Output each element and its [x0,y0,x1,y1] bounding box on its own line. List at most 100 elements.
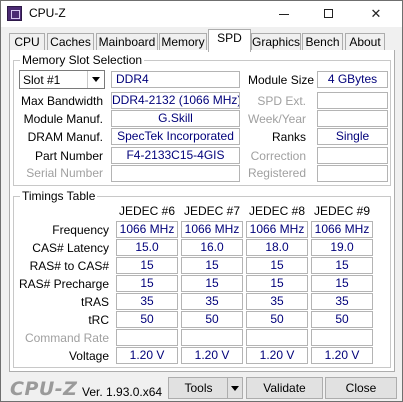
cpuz-window: CPU-Z ✕ CPU Caches Mainboard Memory SPD … [0,0,403,402]
timings-row-label: RAS# to CAS# [29,259,109,273]
serial-number-label: Serial Number [26,166,103,180]
timings-cell: 35 [311,293,373,310]
correction-field [317,147,388,164]
module-size-label: Module Size [248,73,315,87]
timings-cell: 1.20 V [311,347,373,364]
timings-column-header: JEDEC #7 [183,204,241,218]
timings-row-label: Frequency [52,223,109,237]
ranks-field: Single [317,128,388,145]
chevron-down-icon[interactable] [87,71,104,88]
timings-cell: 1.20 V [181,347,243,364]
timings-cell: 1066 MHz [246,221,308,238]
tab-cpu[interactable]: CPU [9,33,45,51]
timings-cell: 35 [181,293,243,310]
timings-cell [181,329,243,346]
timings-cell [116,329,178,346]
timings-cell: 15 [311,257,373,274]
title-bar[interactable]: CPU-Z ✕ [1,1,402,27]
close-button[interactable]: Close [325,377,397,399]
timings-row-label: tRAS [80,295,109,309]
max-bandwidth-label: Max Bandwidth [20,94,103,108]
timings-cell: 1066 MHz [116,221,178,238]
tab-strip: CPU Caches Mainboard Memory SPD Graphics… [1,27,402,52]
module-size-field: 4 GBytes [317,71,388,88]
registered-field [317,165,388,182]
timings-cell: 1066 MHz [181,221,243,238]
timings-cell: 19.0 [311,239,373,256]
close-window-button[interactable]: ✕ [359,1,393,27]
tab-bench[interactable]: Bench [302,33,343,51]
ranks-label: Ranks [271,130,306,144]
version-label: Ver. 1.93.0.x64 [82,385,163,399]
dram-manuf-label: DRAM Manuf. [27,130,103,144]
timings-cell: 50 [181,311,243,328]
cpuz-logo: CPU-Z [10,378,78,400]
timings-row-label: RAS# Precharge [18,277,109,291]
serial-number-field [111,165,240,182]
spd-ext-label: SPD Ext. [257,94,306,108]
timings-cell: 1.20 V [246,347,308,364]
week-year-field [317,110,388,127]
memory-type-field: DDR4 [111,71,240,88]
minimize-button[interactable] [267,1,301,27]
timings-cell: 15.0 [116,239,178,256]
timings-row-label: Command Rate [24,331,109,345]
dram-manuf-field: SpecTek Incorporated [111,128,240,145]
maximize-button[interactable] [312,1,346,27]
memory-slot-group-title: Memory Slot Selection [20,53,145,67]
timings-cell: 15 [246,275,308,292]
module-manuf-label: Module Manuf. [23,112,103,126]
memory-slot-group: Memory Slot Selection Slot #1 DDR4 Modul… [13,53,391,186]
timings-cell: 1066 MHz [311,221,373,238]
timings-cell: 50 [116,311,178,328]
timings-cell: 18.0 [246,239,308,256]
timings-row-label: Voltage [68,349,109,363]
tab-mainboard[interactable]: Mainboard [96,33,158,51]
timings-cell: 15 [311,275,373,292]
spd-panel: Memory Slot Selection Slot #1 DDR4 Modul… [9,50,395,372]
cpuz-app-icon [7,6,22,21]
timings-cell: 15 [181,257,243,274]
spd-ext-field [317,92,388,109]
week-year-label: Week/Year [247,112,306,126]
registered-label: Registered [247,166,306,180]
slot-select-value: Slot #1 [23,73,61,87]
timings-cell: 35 [116,293,178,310]
tools-button[interactable]: Tools [168,377,229,399]
timings-row-label: CAS# Latency [32,241,109,255]
tab-graphics[interactable]: Graphics [251,33,301,51]
timings-cell: 15 [116,257,178,274]
timings-cell: 50 [311,311,373,328]
validate-button[interactable]: Validate [246,377,323,399]
timings-cell: 1.20 V [116,347,178,364]
part-number-label: Part Number [34,149,103,163]
tab-about[interactable]: About [345,33,385,51]
tools-dropdown-button[interactable] [227,377,243,399]
timings-cell [246,329,308,346]
timings-cell: 15 [116,275,178,292]
maximize-icon [324,9,333,18]
tab-spd[interactable]: SPD [208,29,251,52]
module-manuf-field: G.Skill [111,110,240,127]
tab-memory[interactable]: Memory [159,33,207,51]
minimize-icon [279,14,289,15]
timings-cell: 15 [181,275,243,292]
timings-cell: 35 [246,293,308,310]
timings-column-header: JEDEC #8 [248,204,306,218]
timings-cell: 15 [246,257,308,274]
timings-grid: JEDEC #6 JEDEC #7 JEDEC #8 JEDEC #9 Frequenc… [14,197,390,367]
part-number-field: F4-2133C15-4GIS [111,147,240,164]
timings-cell [311,329,373,346]
timings-column-header: JEDEC #9 [313,204,371,218]
timings-cell: 16.0 [181,239,243,256]
timings-cell: 50 [246,311,308,328]
timings-column-header: JEDEC #6 [118,204,176,218]
max-bandwidth-field: DDR4-2132 (1066 MHz) [111,92,240,109]
close-icon: ✕ [370,6,382,21]
tab-caches[interactable]: Caches [47,33,94,51]
timings-table-group: Timings Table JEDEC #6 JEDEC #7 JEDEC #8 JE… [13,189,391,368]
window-title: CPU-Z [29,6,66,20]
correction-label: Correction [250,149,306,163]
slot-select[interactable]: Slot #1 [19,70,105,89]
timings-row-label: tRC [88,313,109,327]
